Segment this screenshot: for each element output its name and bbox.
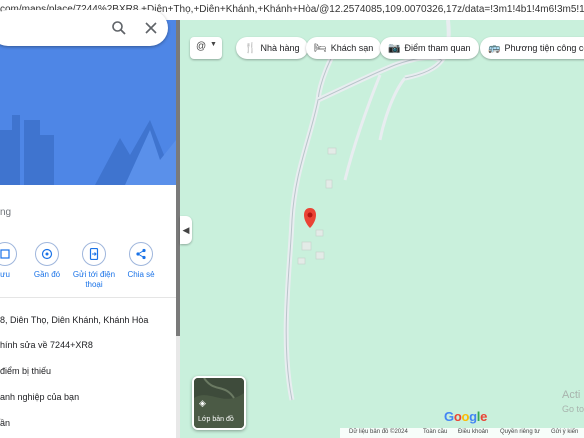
search-icon[interactable] bbox=[110, 19, 128, 37]
place-panel: ng ưu Gần đó Gửi tới điện thoại Chia sẻ bbox=[0, 20, 176, 438]
chip-attractions-label: Điểm tham quan bbox=[404, 43, 471, 53]
layers-button-label: @ bbox=[196, 41, 207, 52]
chip-hotels[interactable]: 🛏 Khách sạn bbox=[306, 37, 382, 59]
google-logo-letter: G bbox=[444, 409, 454, 424]
share-label: Chia sẻ bbox=[127, 270, 155, 279]
send-to-phone-icon bbox=[82, 242, 106, 266]
google-logo: Google bbox=[444, 409, 487, 424]
share-icon bbox=[129, 242, 153, 266]
label-row[interactable]: ần bbox=[0, 418, 10, 428]
activate-windows-watermark: Acti Go to bbox=[562, 388, 584, 416]
chip-restaurants[interactable]: 🍴 Nhà hàng bbox=[236, 37, 308, 59]
directions-label: ưu bbox=[0, 270, 10, 279]
add-business-row[interactable]: anh nghiệp của bạn bbox=[0, 392, 79, 402]
collapse-panel-button[interactable]: ◀ bbox=[180, 216, 192, 244]
footer-global-link[interactable]: Toàn cầu bbox=[423, 429, 447, 435]
chip-hotels-label: Khách sạn bbox=[330, 43, 374, 53]
chevron-left-icon: ◀ bbox=[182, 224, 190, 235]
hotel-icon: 🛏 bbox=[314, 42, 327, 54]
sidebar-scrollbar-track[interactable] bbox=[176, 336, 180, 438]
layers-icon: ◈ bbox=[199, 398, 206, 408]
layers-label: Lớp bản đồ bbox=[198, 416, 234, 423]
chip-transit-label: Phương tiện công cộ bbox=[504, 43, 584, 53]
google-logo-letter: o bbox=[461, 409, 470, 424]
footer-terms-link[interactable]: Điều khoản bbox=[458, 429, 488, 435]
map-footer: Dữ liệu bản đồ ©2024 Toàn cầu Điều khoản… bbox=[340, 428, 584, 438]
suggest-edit-row[interactable]: hính sửa về 7244+XR8 bbox=[0, 340, 93, 350]
send-to-phone-label: Gửi tới điện thoại bbox=[72, 270, 116, 289]
nearby-button[interactable]: Gần đó bbox=[24, 242, 70, 280]
action-bar: ưu Gần đó Gửi tới điện thoại Chia sẻ bbox=[0, 242, 176, 302]
share-button[interactable]: Chia sẻ bbox=[118, 242, 164, 280]
close-icon[interactable] bbox=[142, 19, 160, 37]
footer-privacy-link[interactable]: Quyền riêng tư bbox=[500, 429, 540, 435]
watermark-line: Acti bbox=[562, 389, 581, 401]
google-logo-letter: g bbox=[469, 409, 477, 424]
google-logo-letter: e bbox=[480, 409, 488, 424]
bus-icon: 🚌 bbox=[488, 42, 501, 54]
restaurant-icon: 🍴 bbox=[244, 42, 257, 54]
search-box[interactable] bbox=[0, 10, 168, 46]
nearby-icon bbox=[35, 242, 59, 266]
chip-transit[interactable]: 🚌 Phương tiện công cộ bbox=[480, 37, 584, 59]
divider bbox=[0, 297, 176, 298]
camera-icon: 📷 bbox=[388, 42, 401, 54]
address-row[interactable]: 8, Diên Thọ, Diên Khánh, Khánh Hòa bbox=[0, 315, 148, 325]
layers-toggle[interactable]: ◈ Lớp bản đồ bbox=[192, 376, 246, 430]
footer-feedback-link[interactable]: Gửi ý kiến bbox=[551, 429, 578, 435]
send-to-phone-button[interactable]: Gửi tới điện thoại bbox=[71, 242, 117, 290]
directions-icon bbox=[0, 242, 17, 266]
place-category: ng bbox=[0, 207, 12, 218]
chip-attractions[interactable]: 📷 Điểm tham quan bbox=[380, 37, 479, 59]
add-missing-place-row[interactable]: điểm bị thiếu bbox=[0, 366, 51, 376]
chip-restaurants-label: Nhà hàng bbox=[260, 43, 300, 53]
sidebar-scrollbar-thumb[interactable] bbox=[176, 20, 180, 336]
location-pin-icon[interactable] bbox=[304, 208, 316, 228]
watermark-line: Go to bbox=[562, 404, 584, 414]
chevron-down-icon: ▼ bbox=[210, 41, 217, 48]
nearby-label: Gần đó bbox=[33, 270, 61, 279]
map-type-button[interactable]: @ ▼ bbox=[190, 37, 222, 59]
map-data-credit: Dữ liệu bản đồ ©2024 bbox=[349, 429, 408, 435]
